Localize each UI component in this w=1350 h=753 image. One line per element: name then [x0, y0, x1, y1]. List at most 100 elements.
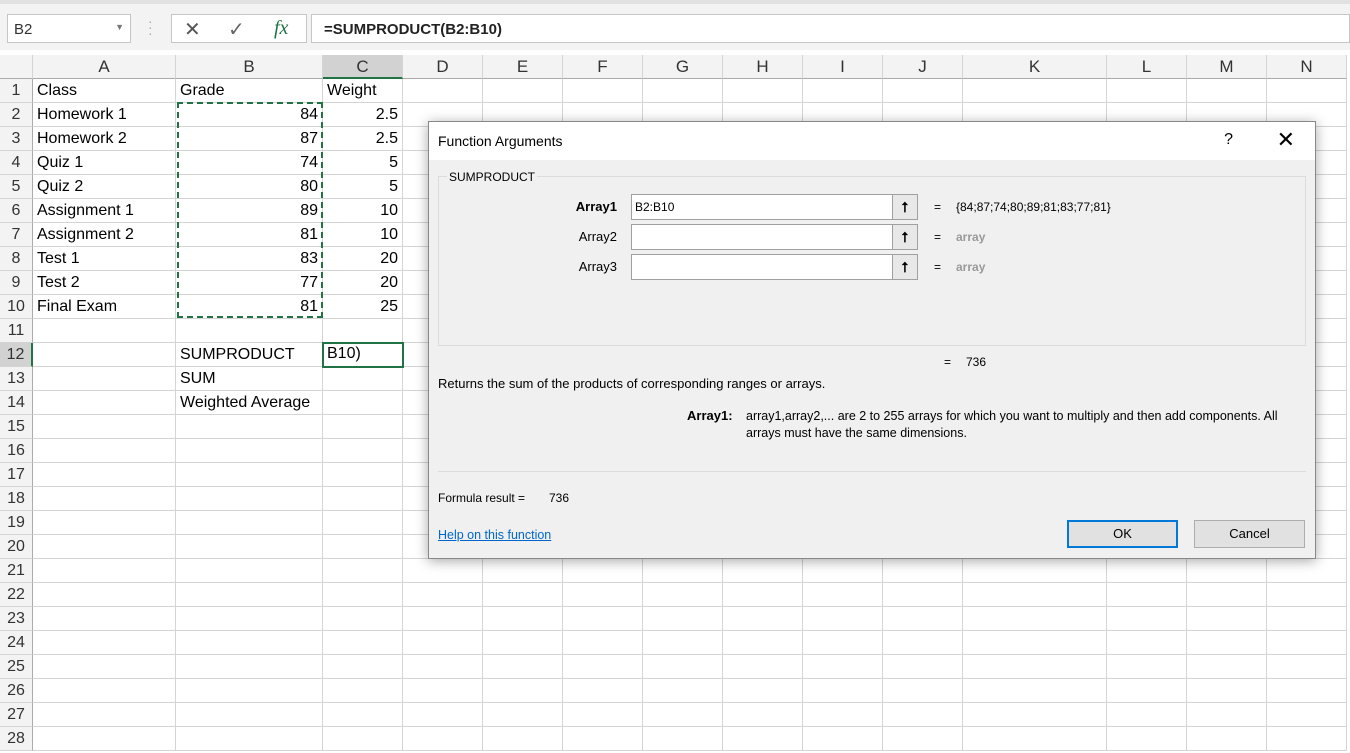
cell-A17[interactable]	[33, 463, 176, 487]
cell-J23[interactable]	[883, 607, 963, 631]
column-header-L[interactable]: L	[1107, 55, 1187, 79]
cell-E26[interactable]	[483, 679, 563, 703]
row-header-4[interactable]: 4	[0, 151, 33, 175]
cell-D23[interactable]	[403, 607, 483, 631]
close-icon[interactable]: ✕	[1277, 127, 1295, 153]
column-header-K[interactable]: K	[963, 55, 1107, 79]
cell-C3[interactable]: 2.5	[323, 127, 403, 151]
row-header-13[interactable]: 13	[0, 367, 33, 391]
cell-A1[interactable]: Class	[33, 79, 176, 103]
cell-B15[interactable]	[176, 415, 323, 439]
help-icon[interactable]: ?	[1224, 131, 1233, 149]
cell-N21[interactable]	[1267, 559, 1347, 583]
cell-A3[interactable]: Homework 2	[33, 127, 176, 151]
cell-J21[interactable]	[883, 559, 963, 583]
column-header-F[interactable]: F	[563, 55, 643, 79]
cell-A4[interactable]: Quiz 1	[33, 151, 176, 175]
cell-K28[interactable]	[963, 727, 1107, 751]
cell-F22[interactable]	[563, 583, 643, 607]
cell-C5[interactable]: 5	[323, 175, 403, 199]
cell-B22[interactable]	[176, 583, 323, 607]
row-header-2[interactable]: 2	[0, 103, 33, 127]
row-header-17[interactable]: 17	[0, 463, 33, 487]
cell-K26[interactable]	[963, 679, 1107, 703]
cell-M22[interactable]	[1187, 583, 1267, 607]
cell-L26[interactable]	[1107, 679, 1187, 703]
cell-A28[interactable]	[33, 727, 176, 751]
cell-B11[interactable]	[176, 319, 323, 343]
row-header-9[interactable]: 9	[0, 271, 33, 295]
row-header-24[interactable]: 24	[0, 631, 33, 655]
cell-A18[interactable]	[33, 487, 176, 511]
cell-C2[interactable]: 2.5	[323, 103, 403, 127]
column-header-M[interactable]: M	[1187, 55, 1267, 79]
cell-G25[interactable]	[643, 655, 723, 679]
cell-E25[interactable]	[483, 655, 563, 679]
cell-I22[interactable]	[803, 583, 883, 607]
cell-C25[interactable]	[323, 655, 403, 679]
cell-C21[interactable]	[323, 559, 403, 583]
cell-H24[interactable]	[723, 631, 803, 655]
cancel-button[interactable]: Cancel	[1194, 520, 1305, 548]
cell-E27[interactable]	[483, 703, 563, 727]
cell-G24[interactable]	[643, 631, 723, 655]
cell-A9[interactable]: Test 2	[33, 271, 176, 295]
argument-input[interactable]: B2:B10	[631, 194, 893, 220]
cell-C20[interactable]	[323, 535, 403, 559]
cell-E24[interactable]	[483, 631, 563, 655]
cell-C11[interactable]	[323, 319, 403, 343]
cell-N24[interactable]	[1267, 631, 1347, 655]
cell-L23[interactable]	[1107, 607, 1187, 631]
row-header-27[interactable]: 27	[0, 703, 33, 727]
row-header-28[interactable]: 28	[0, 727, 33, 751]
argument-input[interactable]	[631, 224, 893, 250]
cell-D21[interactable]	[403, 559, 483, 583]
column-header-J[interactable]: J	[883, 55, 963, 79]
cell-F24[interactable]	[563, 631, 643, 655]
cell-A10[interactable]: Final Exam	[33, 295, 176, 319]
cell-H27[interactable]	[723, 703, 803, 727]
cell-A26[interactable]	[33, 679, 176, 703]
cell-I25[interactable]	[803, 655, 883, 679]
cell-G23[interactable]	[643, 607, 723, 631]
help-on-function-link[interactable]: Help on this function	[438, 528, 551, 542]
cell-D22[interactable]	[403, 583, 483, 607]
cell-B25[interactable]	[176, 655, 323, 679]
cell-A15[interactable]	[33, 415, 176, 439]
cell-D1[interactable]	[403, 79, 483, 103]
cell-M25[interactable]	[1187, 655, 1267, 679]
cell-F27[interactable]	[563, 703, 643, 727]
cell-F26[interactable]	[563, 679, 643, 703]
cell-B6[interactable]: 89	[176, 199, 323, 223]
cell-C23[interactable]	[323, 607, 403, 631]
column-header-N[interactable]: N	[1267, 55, 1347, 79]
row-header-23[interactable]: 23	[0, 607, 33, 631]
cell-M1[interactable]	[1187, 79, 1267, 103]
cell-B26[interactable]	[176, 679, 323, 703]
cell-K24[interactable]	[963, 631, 1107, 655]
cell-H23[interactable]	[723, 607, 803, 631]
cell-D27[interactable]	[403, 703, 483, 727]
cell-B23[interactable]	[176, 607, 323, 631]
row-header-18[interactable]: 18	[0, 487, 33, 511]
cell-H21[interactable]	[723, 559, 803, 583]
cell-L28[interactable]	[1107, 727, 1187, 751]
cell-B7[interactable]: 81	[176, 223, 323, 247]
cell-J24[interactable]	[883, 631, 963, 655]
column-header-D[interactable]: D	[403, 55, 483, 79]
cell-B10[interactable]: 81	[176, 295, 323, 319]
cell-M28[interactable]	[1187, 727, 1267, 751]
cell-C15[interactable]	[323, 415, 403, 439]
cell-G21[interactable]	[643, 559, 723, 583]
cell-C10[interactable]: 25	[323, 295, 403, 319]
cell-F21[interactable]	[563, 559, 643, 583]
cell-G28[interactable]	[643, 727, 723, 751]
row-header-7[interactable]: 7	[0, 223, 33, 247]
cell-A25[interactable]	[33, 655, 176, 679]
cell-J25[interactable]	[883, 655, 963, 679]
cell-C16[interactable]	[323, 439, 403, 463]
cell-I24[interactable]	[803, 631, 883, 655]
cell-B12[interactable]: SUMPRODUCT	[176, 343, 323, 367]
cell-G27[interactable]	[643, 703, 723, 727]
cell-F28[interactable]	[563, 727, 643, 751]
